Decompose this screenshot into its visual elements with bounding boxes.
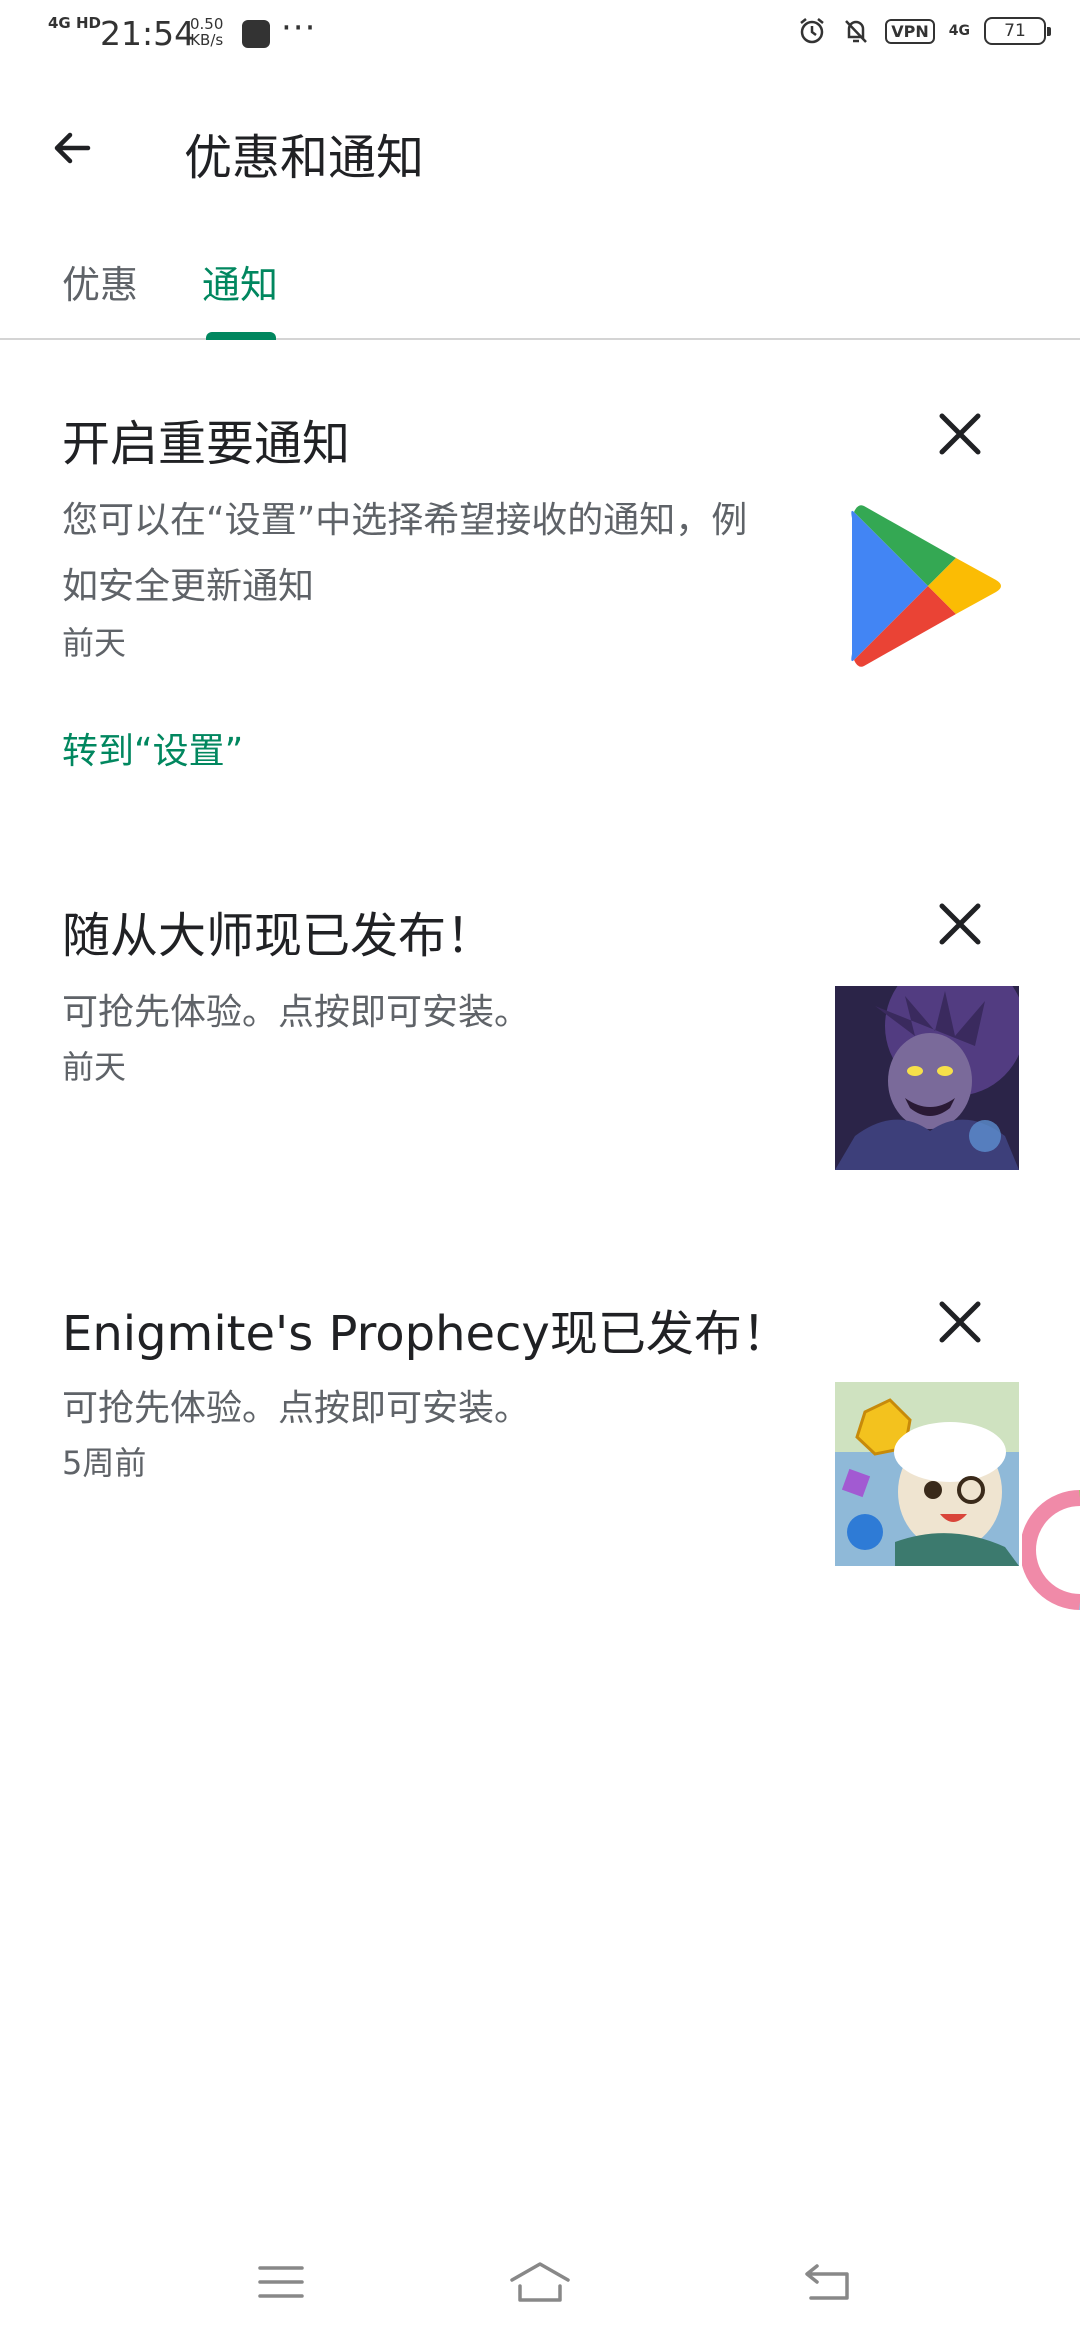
notification-time: 5周前 bbox=[62, 1444, 147, 1482]
notification-body: 您可以在“设置”中选择希望接收的通知，例如安全更新通知 bbox=[62, 500, 748, 607]
return-icon bbox=[805, 2264, 849, 2300]
app-bar: 优惠和通知 bbox=[0, 90, 1080, 200]
speed-value: 0.50 bbox=[190, 15, 224, 33]
dismiss-button[interactable] bbox=[930, 404, 990, 464]
notification-body: 可抢先体验。点按即可安装。 bbox=[62, 1388, 531, 1429]
tab-notifications[interactable]: 通知 bbox=[202, 254, 278, 340]
floating-assistant-ring-icon[interactable] bbox=[1022, 1490, 1080, 1610]
more-notifications-icon: ··· bbox=[281, 8, 317, 48]
menu-icon bbox=[258, 2266, 304, 2298]
notification-card[interactable]: Enigmite's Prophecy现已发布！ 可抢先体验。点按即可安装。 5… bbox=[0, 1270, 1080, 1610]
system-navigation-bar bbox=[0, 2230, 1080, 2340]
dismiss-button[interactable] bbox=[930, 1292, 990, 1352]
home-icon bbox=[510, 2262, 570, 2302]
go-to-settings-link[interactable]: 转到“设置” bbox=[62, 722, 243, 774]
notification-title: 开启重要通知 bbox=[62, 416, 351, 472]
mute-bell-icon bbox=[845, 20, 868, 43]
status-icons: VPN 4G 71 bbox=[797, 16, 1051, 46]
back-button[interactable] bbox=[40, 116, 104, 180]
dismiss-button[interactable] bbox=[930, 894, 990, 954]
status-time: 21:54 bbox=[100, 14, 196, 53]
notification-card[interactable]: 随从大师现已发布！ 可抢先体验。点按即可安装。 前天 bbox=[0, 870, 1080, 1210]
alarm-icon bbox=[800, 18, 825, 44]
menu-button[interactable] bbox=[246, 2252, 316, 2312]
game-artwork-icon bbox=[835, 1382, 1019, 1566]
status-bar: 4G HD 21:54 0.50 KB/s ··· VPN 4G 71 bbox=[0, 0, 1080, 70]
notification-time: 前天 bbox=[62, 1048, 127, 1086]
notification-title: Enigmite's Prophecy现已发布！ bbox=[62, 1306, 790, 1362]
battery-indicator: 71 bbox=[984, 17, 1051, 45]
tab-offers[interactable]: 优惠 bbox=[62, 254, 138, 340]
google-play-icon bbox=[851, 505, 1001, 667]
notification-title: 随从大师现已发布！ bbox=[62, 908, 495, 964]
app-notification-icon bbox=[242, 20, 270, 48]
speed-unit: KB/s bbox=[190, 31, 224, 49]
notification-body: 可抢先体验。点按即可安装。 bbox=[62, 992, 531, 1033]
game-artwork-icon bbox=[835, 986, 1019, 1170]
back-system-button[interactable] bbox=[792, 2252, 862, 2312]
tab-bar: 优惠 通知 bbox=[0, 240, 1080, 340]
close-icon bbox=[939, 903, 981, 945]
notification-time: 前天 bbox=[62, 624, 127, 662]
home-button[interactable] bbox=[505, 2252, 575, 2312]
page-title: 优惠和通知 bbox=[184, 130, 425, 186]
tab-selected-indicator bbox=[206, 332, 276, 340]
close-icon bbox=[939, 1301, 981, 1343]
notification-card[interactable]: 开启重要通知 您可以在“设置”中选择希望接收的通知，例如安全更新通知 前天 转到… bbox=[0, 380, 1080, 800]
mobile-data-indicator: 4G bbox=[948, 23, 970, 39]
network-speed: 0.50 KB/s bbox=[190, 16, 223, 48]
arrow-back-icon bbox=[54, 132, 91, 164]
network-type: 4G HD bbox=[48, 14, 101, 32]
vpn-badge: VPN bbox=[885, 18, 935, 44]
close-icon bbox=[939, 413, 981, 455]
